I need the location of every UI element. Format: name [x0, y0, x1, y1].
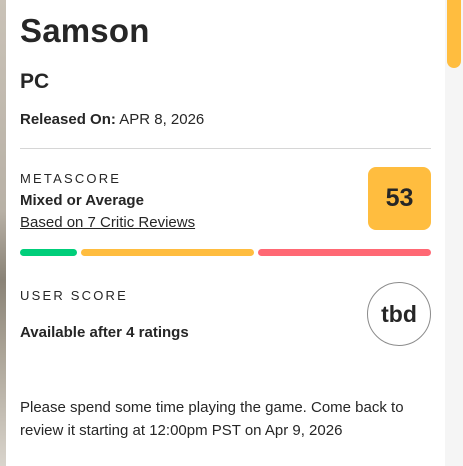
metascore-badge[interactable]: 53 [368, 167, 431, 230]
release-date: APR 8, 2026 [119, 111, 205, 128]
divider [20, 148, 431, 149]
metascore-description: Mixed or Average [20, 192, 144, 209]
mixed-reviews-bar[interactable] [81, 249, 254, 256]
release-info: Released On: APR 8, 2026 [20, 111, 204, 128]
positive-reviews-bar[interactable] [20, 249, 77, 256]
user-score-description: Available after 4 ratings [20, 324, 189, 341]
score-card: Samson PC Released On: APR 8, 2026 METAS… [6, 0, 445, 466]
user-score-badge[interactable]: tbd [367, 282, 431, 346]
platform-label: PC [20, 70, 50, 93]
scrollbar-track[interactable] [445, 0, 463, 466]
metascore-label: METASCORE [20, 171, 122, 186]
release-label: Released On: [20, 111, 116, 128]
user-score-label: USER SCORE [20, 288, 128, 303]
scrollbar-thumb[interactable] [447, 0, 461, 68]
game-score-panel: Samson PC Released On: APR 8, 2026 METAS… [0, 0, 463, 466]
negative-reviews-bar[interactable] [258, 249, 431, 256]
review-availability-note: Please spend some time playing the game.… [20, 399, 404, 439]
critic-reviews-link[interactable]: Based on 7 Critic Reviews [20, 214, 195, 231]
game-title: Samson [20, 12, 150, 49]
